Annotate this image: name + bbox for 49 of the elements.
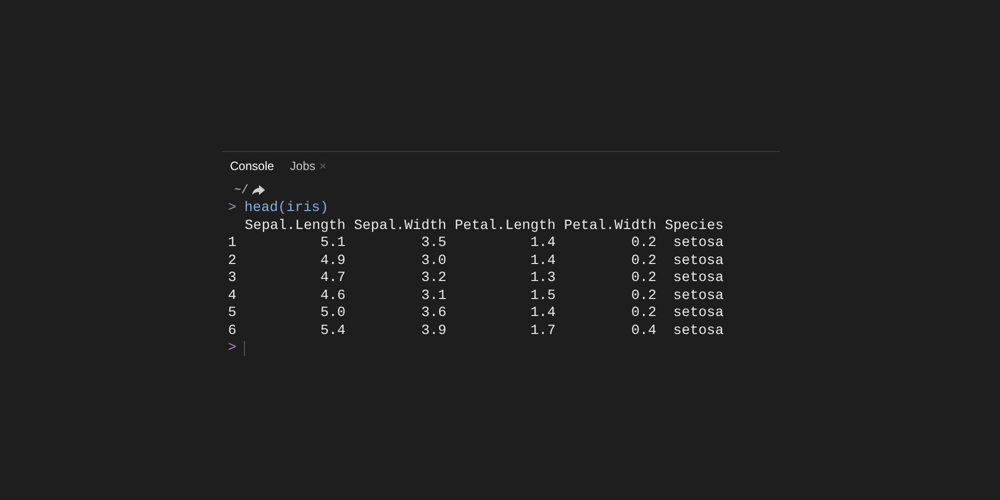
text-cursor — [244, 341, 246, 356]
table-cell: setosa — [673, 235, 724, 251]
table-cell: 3.6 — [421, 305, 446, 321]
row-number: 3 — [228, 270, 236, 286]
table-cell: 1.3 — [530, 270, 556, 286]
column-header: Petal.Length — [454, 218, 556, 234]
tab[interactable]: Console — [230, 157, 274, 175]
table-cell: 3.9 — [421, 322, 446, 338]
prompt: > — [228, 200, 236, 218]
table-cell: 1.4 — [530, 305, 556, 321]
table-cell: setosa — [673, 288, 724, 304]
table-cell: 4.6 — [320, 288, 346, 304]
table-cell: 3.1 — [421, 288, 446, 304]
column-header: Sepal.Length — [244, 218, 346, 234]
table-cell: setosa — [673, 305, 724, 321]
table-cell: 4.7 — [320, 270, 346, 286]
row-number: 2 — [228, 252, 236, 268]
table-cell: 0.2 — [631, 305, 656, 321]
row-number: 5 — [228, 305, 236, 321]
table-cell: 0.2 — [631, 270, 656, 286]
table-cell: 3.0 — [421, 252, 446, 268]
row-number: 4 — [228, 288, 236, 304]
table-cell: 0.2 — [631, 288, 656, 304]
table-cell: setosa — [673, 252, 724, 268]
table-cell: 1.7 — [530, 322, 556, 338]
table-cell: setosa — [673, 270, 724, 286]
table-cell: 5.4 — [320, 322, 346, 338]
table-cell: 0.4 — [631, 322, 656, 338]
working-directory: ~/ — [234, 182, 248, 199]
prompt: > — [228, 340, 236, 358]
table-cell: 1.4 — [530, 235, 556, 251]
row-number: 6 — [228, 322, 236, 338]
arrow-icon[interactable] — [252, 185, 266, 195]
table-cell: 3.5 — [421, 235, 446, 251]
column-header: Petal.Width — [564, 218, 656, 234]
table-cell: 1.5 — [530, 288, 556, 304]
tab[interactable]: Jobs — [290, 157, 316, 175]
column-header: Sepal.Width — [354, 218, 446, 234]
table-cell: setosa — [673, 322, 724, 338]
table-cell: 5.1 — [320, 235, 346, 251]
table-cell: 1.4 — [530, 252, 556, 268]
column-header: Species — [664, 218, 724, 234]
table-cell: 0.2 — [631, 235, 656, 251]
table-cell: 0.2 — [631, 252, 656, 268]
table-cell: 3.2 — [421, 270, 446, 286]
table-cell: 4.9 — [320, 252, 346, 268]
row-number: 1 — [228, 235, 236, 251]
command: head(iris) — [244, 200, 328, 218]
table-cell: 5.0 — [320, 305, 346, 321]
